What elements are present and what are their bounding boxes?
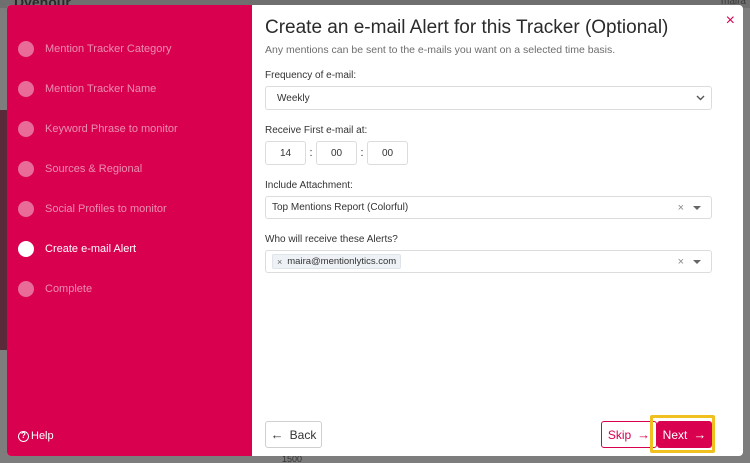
help-link[interactable]: ? Help <box>18 430 54 442</box>
recipient-email: maira@mentionlytics.com <box>287 256 397 267</box>
step-keyword-phrase[interactable]: Keyword Phrase to monitor <box>18 109 178 149</box>
frequency-value: Weekly <box>277 92 310 104</box>
step-mention-tracker-category[interactable]: Mention Tracker Category <box>18 29 178 69</box>
step-label: Social Profiles to monitor <box>45 203 167 215</box>
attachment-value: Top Mentions Report (Colorful) <box>272 202 409 213</box>
arrow-right-icon: → <box>637 427 651 442</box>
step-indicator-icon <box>18 281 34 297</box>
time-separator: : <box>309 147 313 159</box>
recipients-label: Who will receive these Alerts? <box>265 234 398 245</box>
wizard-footer: ← Back Skip → Next → <box>265 415 715 453</box>
skip-button[interactable]: Skip → <box>601 421 657 448</box>
minute-input[interactable]: 00 <box>316 141 357 165</box>
skip-label: Skip <box>607 427 632 442</box>
caret-down-icon[interactable] <box>693 259 701 264</box>
step-indicator-icon <box>18 81 34 97</box>
step-social-profiles[interactable]: Social Profiles to monitor <box>18 189 178 229</box>
clear-icon[interactable]: × <box>678 256 684 268</box>
chevron-down-icon <box>696 93 705 103</box>
step-label: Keyword Phrase to monitor <box>45 123 178 135</box>
step-sources-regional[interactable]: Sources & Regional <box>18 149 178 189</box>
back-button[interactable]: ← Back <box>265 421 322 448</box>
step-label: Mention Tracker Category <box>45 43 172 55</box>
next-label: Next <box>662 427 688 442</box>
caret-down-icon[interactable] <box>693 205 701 210</box>
recipients-select[interactable]: × maira@mentionlytics.com × <box>265 250 712 273</box>
step-mention-tracker-name[interactable]: Mention Tracker Name <box>18 69 178 109</box>
frequency-label: Frequency of e-mail: <box>265 70 357 81</box>
time-picker: 14 : 00 : 00 <box>265 141 712 165</box>
step-label: Mention Tracker Name <box>45 83 157 95</box>
create-tracker-modal: Mention Tracker Category Mention Tracker… <box>7 5 743 456</box>
step-indicator-icon <box>18 161 34 177</box>
recipients-tags: × maira@mentionlytics.com <box>272 254 678 269</box>
question-icon: ? <box>18 430 29 442</box>
step-create-email-alert[interactable]: Create e-mail Alert <box>18 229 178 269</box>
step-label: Create e-mail Alert <box>45 243 137 255</box>
arrow-right-icon: → <box>693 427 707 442</box>
next-button[interactable]: Next → <box>657 421 712 448</box>
step-indicator-icon <box>18 121 34 137</box>
frequency-select[interactable]: Weekly <box>265 86 712 110</box>
step-indicator-icon <box>18 201 34 217</box>
clear-icon[interactable]: × <box>678 202 684 214</box>
attachment-label: Include Attachment: <box>265 180 353 191</box>
hour-input[interactable]: 14 <box>265 141 306 165</box>
second-input[interactable]: 00 <box>367 141 408 165</box>
attachment-select[interactable]: Top Mentions Report (Colorful) × <box>265 196 712 219</box>
close-icon[interactable]: × <box>726 13 735 29</box>
help-label: Help <box>31 430 54 442</box>
step-label: Complete <box>45 283 93 295</box>
wizard-content: × Create an e-mail Alert for this Tracke… <box>252 5 743 456</box>
step-complete[interactable]: Complete <box>18 269 178 309</box>
wizard-sidebar: Mention Tracker Category Mention Tracker… <box>7 5 252 456</box>
time-separator: : <box>360 147 364 159</box>
step-indicator-icon <box>18 41 34 57</box>
page-subtitle: Any mentions can be sent to the e-mails … <box>265 44 616 56</box>
arrow-left-icon: ← <box>270 427 284 442</box>
step-indicator-icon <box>18 241 34 257</box>
first-email-label: Receive First e-mail at: <box>265 125 368 136</box>
page-title: Create an e-mail Alert for this Tracker … <box>265 17 669 38</box>
recipient-tag: × maira@mentionlytics.com <box>272 254 402 269</box>
wizard-steps: Mention Tracker Category Mention Tracker… <box>18 29 178 309</box>
remove-tag-icon[interactable]: × <box>277 257 282 267</box>
back-label: Back <box>289 427 317 442</box>
step-label: Sources & Regional <box>45 163 143 175</box>
